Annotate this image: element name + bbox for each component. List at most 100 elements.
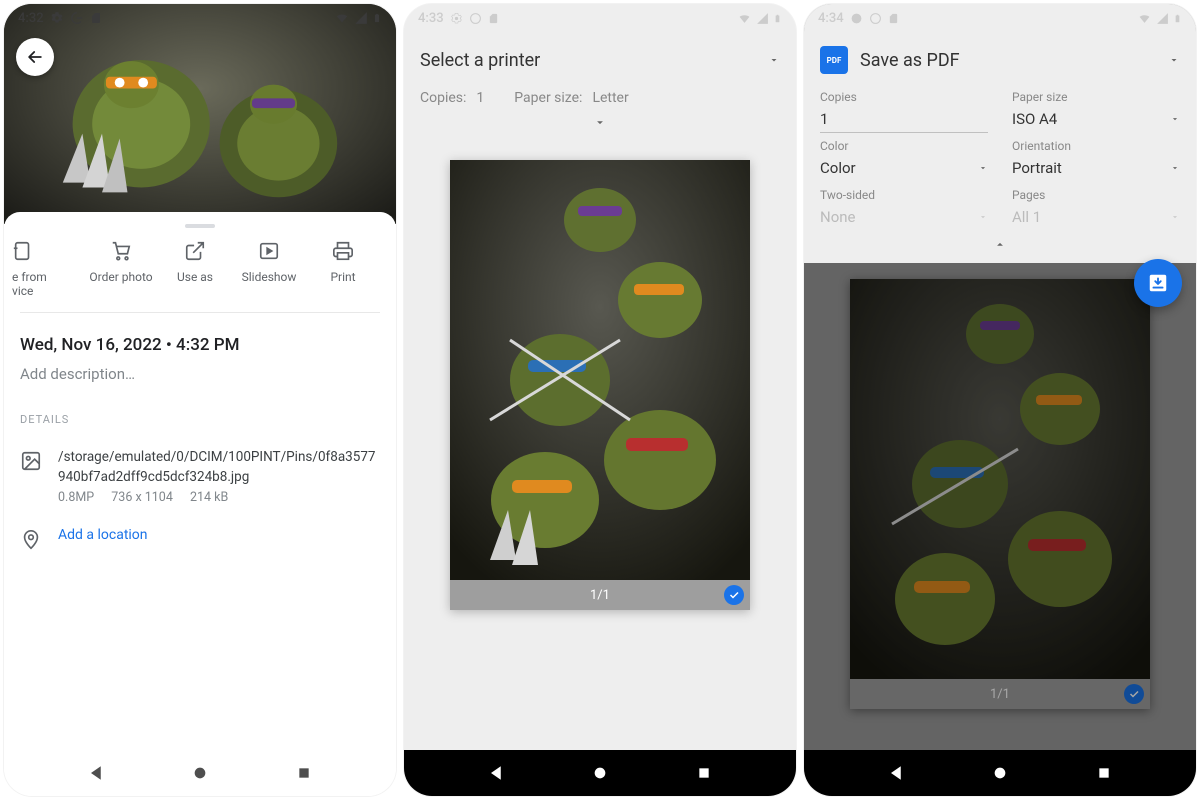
delete-icon <box>12 240 34 262</box>
nav-recents[interactable] <box>293 762 315 784</box>
image-icon <box>20 450 42 472</box>
status-bar: 4:33 <box>404 4 796 32</box>
action-label: Order photo <box>89 270 152 284</box>
action-order-photo[interactable]: Order photo <box>84 240 158 298</box>
slideshow-icon <box>258 240 280 262</box>
pages-select: All 1 <box>1012 202 1180 231</box>
clock: 4:34 <box>818 11 844 26</box>
nav-home[interactable] <box>589 762 611 784</box>
google-icon <box>469 12 482 25</box>
twosided-label: Two-sided <box>820 188 988 202</box>
chevron-down-icon <box>1170 212 1180 222</box>
action-print[interactable]: Print <box>306 240 380 298</box>
photo-datetime: Wed, Nov 16, 2022 • 4:32 PM <box>20 335 380 355</box>
wifi-icon <box>1137 12 1152 25</box>
wifi-icon <box>737 12 752 25</box>
add-location-link[interactable]: Add a location <box>58 527 148 543</box>
page-indicator: 1/1 <box>590 588 610 603</box>
printer-label: Select a printer <box>420 50 540 71</box>
google-icon <box>70 11 84 25</box>
page-preview[interactable]: 1/1 <box>850 279 1150 709</box>
battery-icon <box>1173 11 1182 26</box>
check-icon <box>728 589 740 601</box>
sd-icon <box>90 11 102 25</box>
chevron-down-icon <box>1170 114 1180 124</box>
clock: 4:33 <box>418 11 444 26</box>
color-select[interactable]: Color <box>820 153 988 182</box>
tmnt-illustration <box>450 160 750 580</box>
chevron-down-icon <box>1170 163 1180 173</box>
nav-home[interactable] <box>189 762 211 784</box>
google-icon <box>869 12 882 25</box>
signal-icon <box>354 11 368 25</box>
page-selected-check[interactable] <box>724 585 744 605</box>
signal-icon <box>1156 12 1169 25</box>
pdf-header: PDF Save as PDF Copies 1 Paper size ISO … <box>804 32 1196 263</box>
signal-icon <box>756 12 769 25</box>
copies-value: 1 <box>476 90 484 106</box>
copies-label: Copies: <box>420 90 466 106</box>
screen-save-pdf: 4:34 PDF Save as PDF Copies 1 Paper siz <box>804 4 1196 796</box>
detail-file: /storage/emulated/0/DCIM/100PINT/Pins/0f… <box>20 448 380 505</box>
location-icon <box>20 529 42 551</box>
pdf-icon: PDF <box>820 46 848 74</box>
photo-hero-area: 4:32 <box>4 4 396 224</box>
settings-icon <box>50 11 64 25</box>
wifi-icon <box>334 11 350 25</box>
page-footer: 1/1 <box>450 580 750 610</box>
nav-bar <box>804 750 1196 796</box>
page-footer: 1/1 <box>850 679 1150 709</box>
page-selected-check[interactable] <box>1124 684 1144 704</box>
orientation-select[interactable]: Portrait <box>1012 153 1180 182</box>
action-label: Use as <box>177 270 213 284</box>
expand-settings[interactable] <box>420 112 780 140</box>
nav-home[interactable] <box>989 762 1011 784</box>
back-button[interactable] <box>16 38 54 76</box>
sd-icon <box>888 12 899 25</box>
paper-label: Paper size: <box>514 90 582 106</box>
add-description[interactable]: Add description… <box>20 365 380 383</box>
orientation-label: Orientation <box>1012 139 1180 153</box>
nav-recents[interactable] <box>693 762 715 784</box>
tmnt-illustration <box>4 4 396 224</box>
chevron-down-icon <box>590 116 610 130</box>
clock: 4:32 <box>18 11 44 26</box>
print-icon <box>332 240 354 262</box>
nav-recents[interactable] <box>1093 762 1115 784</box>
detail-location[interactable]: Add a location <box>20 527 380 551</box>
pages-label: Pages <box>1012 188 1180 202</box>
drag-handle[interactable] <box>185 224 215 228</box>
collapse-settings[interactable] <box>820 231 1180 255</box>
chevron-down-icon <box>1168 54 1180 66</box>
print-preview-area: 1/1 <box>804 263 1196 750</box>
destination-label: Save as PDF <box>860 50 960 71</box>
page-preview[interactable]: 1/1 <box>450 160 750 610</box>
details-header: DETAILS <box>20 413 380 426</box>
nav-back[interactable] <box>86 762 108 784</box>
tmnt-illustration <box>850 279 1150 679</box>
page-indicator: 1/1 <box>990 687 1010 702</box>
screen-photo-details: 4:32 e from vice Order photo <box>4 4 396 796</box>
action-row: e from vice Order photo Use as Slideshow… <box>20 236 380 313</box>
action-label: Slideshow <box>242 270 297 284</box>
chevron-down-icon <box>978 163 988 173</box>
destination-selector[interactable]: PDF Save as PDF <box>820 38 1180 82</box>
paper-value: Letter <box>592 90 628 106</box>
screen-print-select: 4:33 Select a printer Copies: 1 Paper siz… <box>404 4 796 796</box>
paper-select[interactable]: ISO A4 <box>1012 104 1180 133</box>
check-icon <box>1128 688 1140 700</box>
nav-back[interactable] <box>886 762 908 784</box>
print-preview-area: 1/1 <box>404 140 796 750</box>
copies-input[interactable]: 1 <box>820 104 988 133</box>
nav-back[interactable] <box>486 762 508 784</box>
action-delete[interactable]: e from vice <box>10 240 84 298</box>
file-size: 214 kB <box>190 490 228 505</box>
nav-bar <box>4 750 396 796</box>
printer-selector[interactable]: Select a printer <box>420 36 780 84</box>
action-use-as[interactable]: Use as <box>158 240 232 298</box>
save-pdf-fab[interactable] <box>1134 259 1182 307</box>
action-slideshow[interactable]: Slideshow <box>232 240 306 298</box>
arrow-left-icon <box>25 47 45 67</box>
file-mp: 0.8MP <box>58 490 94 505</box>
copies-label: Copies <box>820 90 988 104</box>
